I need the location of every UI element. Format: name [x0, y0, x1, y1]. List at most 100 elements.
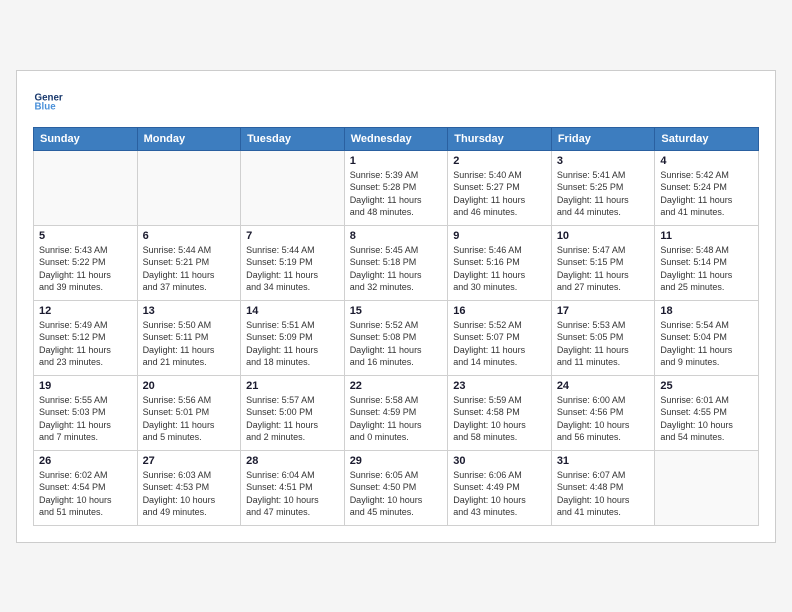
day-info: Sunrise: 5:46 AM Sunset: 5:16 PM Dayligh… — [453, 244, 546, 294]
day-number: 4 — [660, 155, 753, 167]
day-number: 25 — [660, 380, 753, 392]
day-number: 21 — [246, 380, 339, 392]
calendar-cell: 26 Sunrise: 6:02 AM Sunset: 4:54 PM Dayli… — [34, 450, 138, 525]
day-number: 27 — [143, 455, 236, 467]
day-info: Sunrise: 6:01 AM Sunset: 4:55 PM Dayligh… — [660, 394, 753, 444]
day-info: Sunrise: 5:45 AM Sunset: 5:18 PM Dayligh… — [350, 244, 443, 294]
day-number: 10 — [557, 230, 650, 242]
day-info: Sunrise: 6:05 AM Sunset: 4:50 PM Dayligh… — [350, 469, 443, 519]
weekday-header: Friday — [551, 127, 655, 150]
day-number: 5 — [39, 230, 132, 242]
calendar-cell: 25 Sunrise: 6:01 AM Sunset: 4:55 PM Dayli… — [655, 375, 759, 450]
day-number: 29 — [350, 455, 443, 467]
day-number: 15 — [350, 305, 443, 317]
calendar-cell: 12 Sunrise: 5:49 AM Sunset: 5:12 PM Dayli… — [34, 300, 138, 375]
day-info: Sunrise: 6:02 AM Sunset: 4:54 PM Dayligh… — [39, 469, 132, 519]
day-number: 23 — [453, 380, 546, 392]
calendar-cell: 14 Sunrise: 5:51 AM Sunset: 5:09 PM Dayli… — [241, 300, 345, 375]
day-info: Sunrise: 5:57 AM Sunset: 5:00 PM Dayligh… — [246, 394, 339, 444]
weekday-header: Monday — [137, 127, 241, 150]
day-info: Sunrise: 5:39 AM Sunset: 5:28 PM Dayligh… — [350, 169, 443, 219]
day-number: 13 — [143, 305, 236, 317]
day-number: 19 — [39, 380, 132, 392]
day-number: 12 — [39, 305, 132, 317]
day-number: 16 — [453, 305, 546, 317]
calendar-cell: 16 Sunrise: 5:52 AM Sunset: 5:07 PM Dayli… — [448, 300, 552, 375]
day-info: Sunrise: 5:44 AM Sunset: 5:19 PM Dayligh… — [246, 244, 339, 294]
calendar-cell: 5 Sunrise: 5:43 AM Sunset: 5:22 PM Daylig… — [34, 225, 138, 300]
day-info: Sunrise: 6:04 AM Sunset: 4:51 PM Dayligh… — [246, 469, 339, 519]
day-number: 3 — [557, 155, 650, 167]
day-info: Sunrise: 5:56 AM Sunset: 5:01 PM Dayligh… — [143, 394, 236, 444]
day-info: Sunrise: 5:42 AM Sunset: 5:24 PM Dayligh… — [660, 169, 753, 219]
day-info: Sunrise: 5:59 AM Sunset: 4:58 PM Dayligh… — [453, 394, 546, 444]
day-number: 28 — [246, 455, 339, 467]
day-number: 1 — [350, 155, 443, 167]
calendar-cell: 18 Sunrise: 5:54 AM Sunset: 5:04 PM Dayli… — [655, 300, 759, 375]
day-info: Sunrise: 5:44 AM Sunset: 5:21 PM Dayligh… — [143, 244, 236, 294]
day-number: 24 — [557, 380, 650, 392]
day-info: Sunrise: 6:03 AM Sunset: 4:53 PM Dayligh… — [143, 469, 236, 519]
day-number: 31 — [557, 455, 650, 467]
logo: General Blue — [33, 87, 63, 117]
day-info: Sunrise: 5:51 AM Sunset: 5:09 PM Dayligh… — [246, 319, 339, 369]
calendar-cell: 19 Sunrise: 5:55 AM Sunset: 5:03 PM Dayli… — [34, 375, 138, 450]
calendar-cell — [34, 150, 138, 225]
calendar-cell: 2Sunrise: 5:40 AM Sunset: 5:27 PM Daylig… — [448, 150, 552, 225]
calendar-cell: 1 Sunrise: 5:39 AM Sunset: 5:28 PM Daylig… — [344, 150, 448, 225]
day-info: Sunrise: 5:48 AM Sunset: 5:14 PM Dayligh… — [660, 244, 753, 294]
svg-text:Blue: Blue — [35, 101, 57, 112]
day-number: 11 — [660, 230, 753, 242]
calendar-cell: 17 Sunrise: 5:53 AM Sunset: 5:05 PM Dayli… — [551, 300, 655, 375]
day-number: 30 — [453, 455, 546, 467]
day-info: Sunrise: 5:52 AM Sunset: 5:07 PM Dayligh… — [453, 319, 546, 369]
day-info: Sunrise: 5:43 AM Sunset: 5:22 PM Dayligh… — [39, 244, 132, 294]
day-info: Sunrise: 6:06 AM Sunset: 4:49 PM Dayligh… — [453, 469, 546, 519]
calendar-cell: 22 Sunrise: 5:58 AM Sunset: 4:59 PM Dayli… — [344, 375, 448, 450]
day-info: Sunrise: 5:58 AM Sunset: 4:59 PM Dayligh… — [350, 394, 443, 444]
calendar-cell: 30 Sunrise: 6:06 AM Sunset: 4:49 PM Dayli… — [448, 450, 552, 525]
day-number: 14 — [246, 305, 339, 317]
day-info: Sunrise: 6:07 AM Sunset: 4:48 PM Dayligh… — [557, 469, 650, 519]
day-info: Sunrise: 5:53 AM Sunset: 5:05 PM Dayligh… — [557, 319, 650, 369]
day-info: Sunrise: 5:47 AM Sunset: 5:15 PM Dayligh… — [557, 244, 650, 294]
calendar-cell — [241, 150, 345, 225]
calendar-container: General Blue SundayMondayTuesdayWednesda… — [16, 70, 776, 543]
calendar-cell: 11 Sunrise: 5:48 AM Sunset: 5:14 PM Dayli… — [655, 225, 759, 300]
day-number: 7 — [246, 230, 339, 242]
weekday-header: Thursday — [448, 127, 552, 150]
day-number: 26 — [39, 455, 132, 467]
calendar-cell: 28 Sunrise: 6:04 AM Sunset: 4:51 PM Dayli… — [241, 450, 345, 525]
day-number: 17 — [557, 305, 650, 317]
day-number: 18 — [660, 305, 753, 317]
day-number: 22 — [350, 380, 443, 392]
calendar-cell — [137, 150, 241, 225]
weekday-header: Tuesday — [241, 127, 345, 150]
calendar-cell: 10 Sunrise: 5:47 AM Sunset: 5:15 PM Dayli… — [551, 225, 655, 300]
calendar-cell: 21 Sunrise: 5:57 AM Sunset: 5:00 PM Dayli… — [241, 375, 345, 450]
weekday-header: Sunday — [34, 127, 138, 150]
day-number: 9 — [453, 230, 546, 242]
day-info: Sunrise: 5:55 AM Sunset: 5:03 PM Dayligh… — [39, 394, 132, 444]
day-number: 6 — [143, 230, 236, 242]
calendar-cell: 3 Sunrise: 5:41 AM Sunset: 5:25 PM Daylig… — [551, 150, 655, 225]
weekday-header: Wednesday — [344, 127, 448, 150]
calendar-cell: 29 Sunrise: 6:05 AM Sunset: 4:50 PM Dayli… — [344, 450, 448, 525]
calendar-cell: 6 Sunrise: 5:44 AM Sunset: 5:21 PM Daylig… — [137, 225, 241, 300]
day-info: Sunrise: 5:50 AM Sunset: 5:11 PM Dayligh… — [143, 319, 236, 369]
day-info: Sunrise: 5:49 AM Sunset: 5:12 PM Dayligh… — [39, 319, 132, 369]
calendar-cell: 9 Sunrise: 5:46 AM Sunset: 5:16 PM Daylig… — [448, 225, 552, 300]
day-info: Sunrise: 5:41 AM Sunset: 5:25 PM Dayligh… — [557, 169, 650, 219]
calendar-cell: 27 Sunrise: 6:03 AM Sunset: 4:53 PM Dayli… — [137, 450, 241, 525]
calendar-header: General Blue — [33, 87, 759, 117]
day-number: 8 — [350, 230, 443, 242]
logo-icon: General Blue — [33, 87, 63, 117]
day-info: Sunrise: 5:54 AM Sunset: 5:04 PM Dayligh… — [660, 319, 753, 369]
calendar-cell — [655, 450, 759, 525]
calendar-table: SundayMondayTuesdayWednesdayThursdayFrid… — [33, 127, 759, 526]
calendar-cell: 24Sunrise: 6:00 AM Sunset: 4:56 PM Dayli… — [551, 375, 655, 450]
calendar-cell: 23 Sunrise: 5:59 AM Sunset: 4:58 PM Dayli… — [448, 375, 552, 450]
calendar-cell: 4 Sunrise: 5:42 AM Sunset: 5:24 PM Daylig… — [655, 150, 759, 225]
day-number: 20 — [143, 380, 236, 392]
calendar-cell: 15Sunrise: 5:52 AM Sunset: 5:08 PM Dayli… — [344, 300, 448, 375]
